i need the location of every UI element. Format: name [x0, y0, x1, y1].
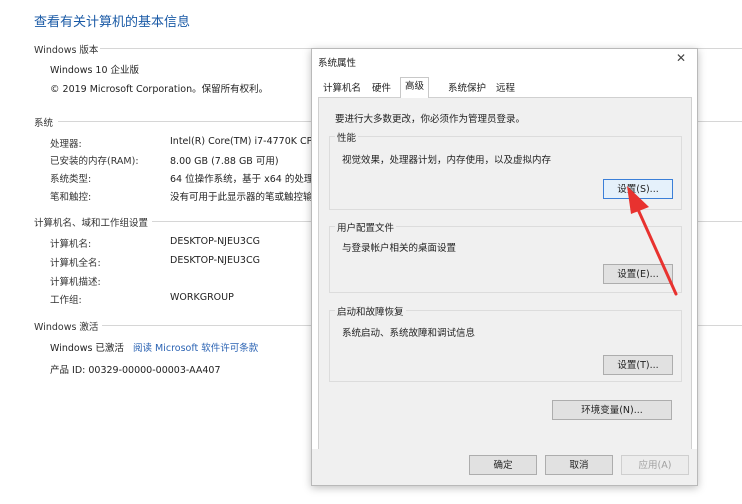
tab-advanced[interactable]: 高级 [400, 77, 430, 98]
annotation-arrow-icon [627, 186, 678, 296]
